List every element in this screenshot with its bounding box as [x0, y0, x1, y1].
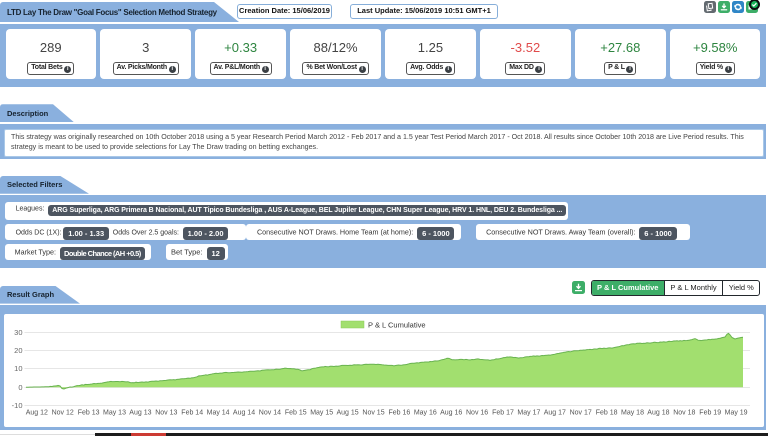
svg-text:Aug 17: Aug 17	[544, 410, 566, 417]
svg-text:May 16: May 16	[414, 410, 437, 417]
svg-text:Aug 13: Aug 13	[129, 410, 151, 417]
svg-text:Aug 18: Aug 18	[647, 410, 669, 417]
svg-text:Feb 17: Feb 17	[492, 410, 514, 417]
svg-text:Nov 14: Nov 14	[259, 410, 281, 417]
svg-text:Nov 15: Nov 15	[362, 410, 384, 417]
svg-text:May 14: May 14	[207, 410, 230, 417]
svg-text:Aug 15: Aug 15	[337, 410, 359, 417]
svg-text:Feb 13: Feb 13	[78, 410, 100, 417]
svg-text:Aug 16: Aug 16	[440, 410, 462, 417]
svg-text:Nov 13: Nov 13	[155, 410, 177, 417]
svg-text:Nov 18: Nov 18	[673, 410, 695, 417]
svg-text:10: 10	[14, 364, 22, 373]
svg-text:May 17: May 17	[517, 410, 540, 417]
svg-text:Nov 12: Nov 12	[52, 410, 74, 417]
svg-text:Feb 15: Feb 15	[285, 410, 307, 417]
svg-text:May 15: May 15	[310, 410, 333, 417]
svg-text:20: 20	[14, 346, 22, 355]
svg-text:Nov 16: Nov 16	[466, 410, 488, 417]
svg-text:-10: -10	[12, 401, 23, 410]
svg-text:Nov 17: Nov 17	[570, 410, 592, 417]
svg-text:May 13: May 13	[103, 410, 126, 417]
svg-text:Feb 16: Feb 16	[389, 410, 411, 417]
svg-text:Aug 12: Aug 12	[26, 410, 48, 417]
svg-text:Feb 19: Feb 19	[699, 410, 721, 417]
svg-text:Feb 14: Feb 14	[181, 410, 203, 417]
svg-text:May 19: May 19	[725, 410, 748, 417]
svg-text:May 18: May 18	[621, 410, 644, 417]
svg-text:P & L Cumulative: P & L Cumulative	[368, 321, 426, 330]
svg-text:30: 30	[14, 328, 22, 337]
svg-text:Feb 18: Feb 18	[596, 410, 618, 417]
svg-text:0: 0	[18, 383, 22, 392]
svg-text:Aug 14: Aug 14	[233, 410, 255, 417]
